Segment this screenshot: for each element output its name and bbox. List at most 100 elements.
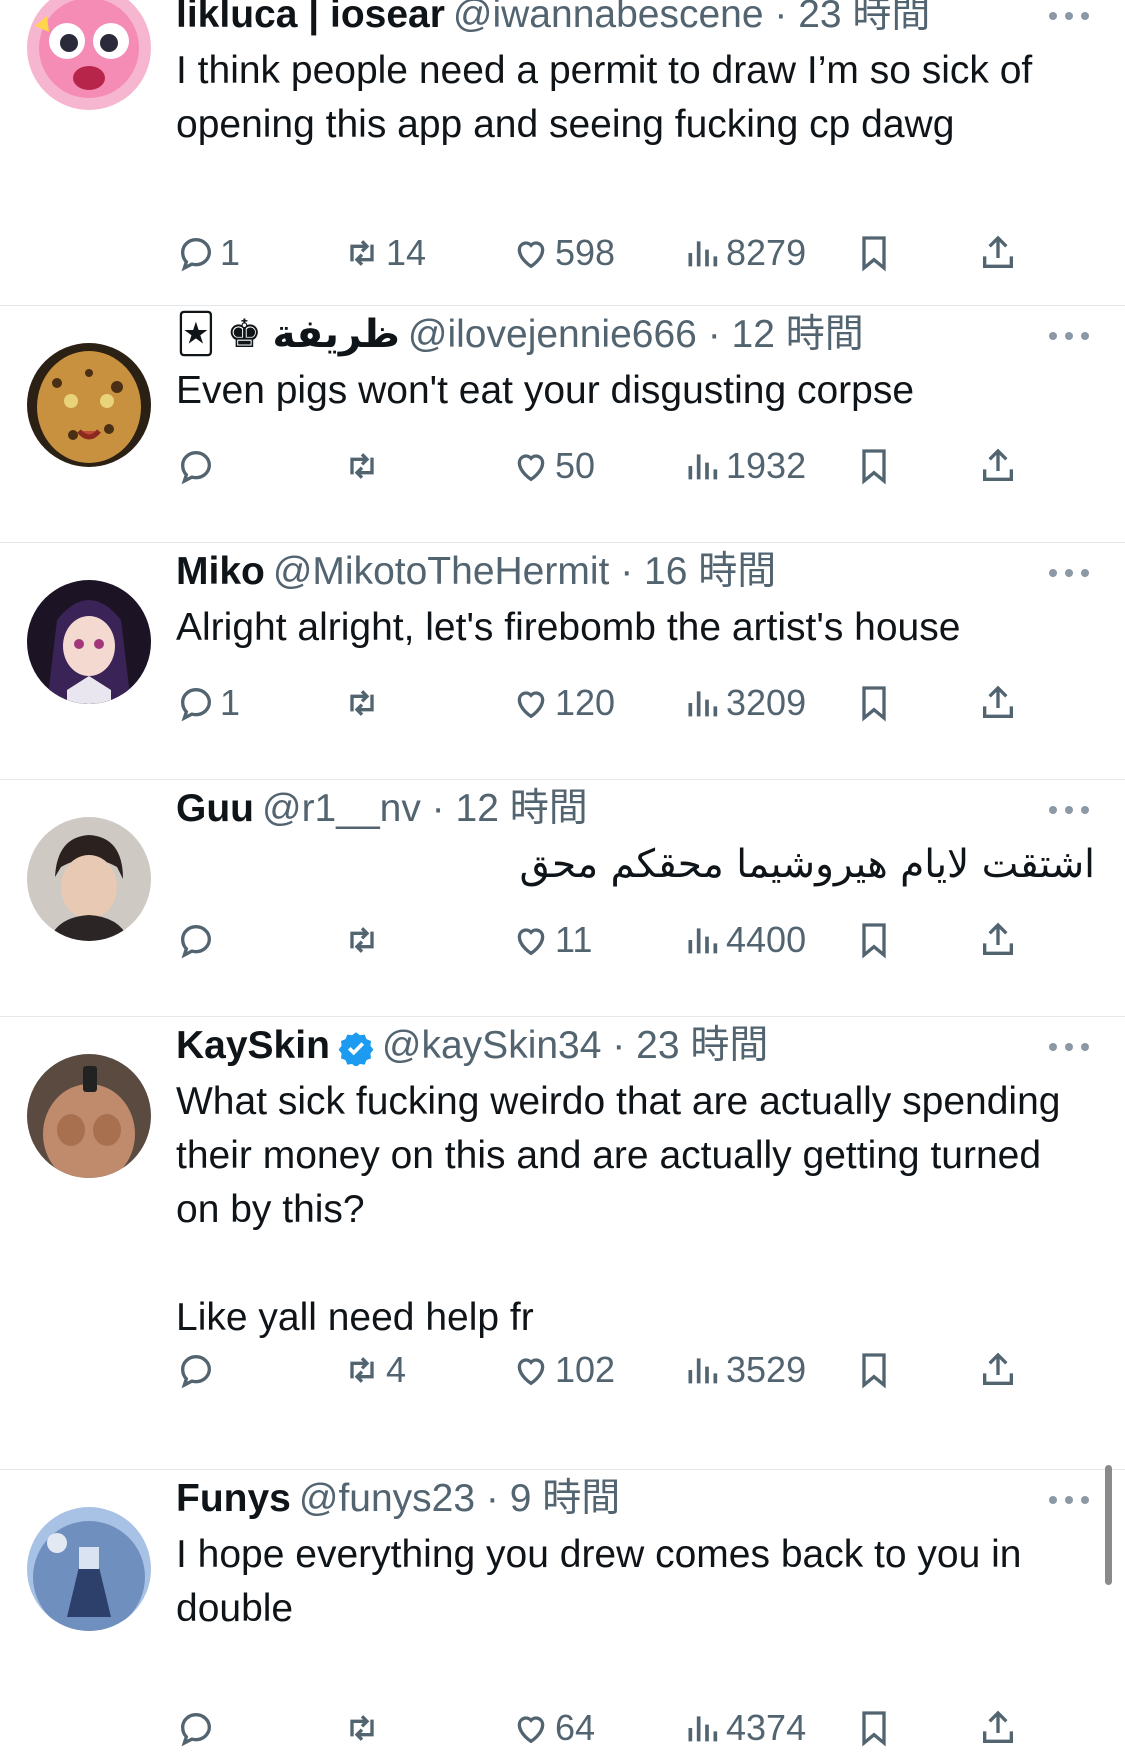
user-handle[interactable]: @iwannabescene (453, 0, 764, 36)
bookmark-button[interactable] (854, 1345, 894, 1395)
like-icon (517, 1716, 545, 1744)
reply-icon (180, 924, 212, 959)
display-name[interactable]: likluca | iosear (176, 0, 445, 36)
views-icon (688, 454, 718, 480)
tweet-text: I hope everything you drew comes back to… (176, 1533, 1033, 1630)
like-icon (517, 691, 545, 719)
retweet-icon (350, 240, 374, 266)
views-count: 4374 (726, 1707, 807, 1748)
bookmark-button[interactable] (854, 678, 894, 728)
views-count: 3529 (726, 1349, 807, 1390)
timestamp[interactable]: 23 時間 (636, 1024, 768, 1067)
reply-icon (180, 1712, 212, 1747)
reply-button[interactable] (176, 915, 220, 965)
share-icon (983, 922, 1013, 955)
bookmark-icon (862, 923, 886, 959)
separator: · (774, 0, 788, 36)
separator: · (620, 550, 634, 593)
timestamp[interactable]: 23 時間 (798, 0, 930, 36)
share-button[interactable] (978, 678, 1018, 728)
like-button[interactable]: 120 (511, 678, 615, 728)
avatar[interactable] (27, 0, 151, 110)
share-button[interactable] (978, 441, 1018, 491)
bookmark-button[interactable] (854, 915, 894, 965)
views-button[interactable]: 4400 (682, 915, 806, 965)
views-icon (688, 928, 718, 954)
bookmark-button[interactable] (854, 441, 894, 491)
like-button[interactable]: 50 (511, 441, 595, 491)
avatar[interactable] (27, 580, 151, 704)
retweet-button[interactable] (342, 441, 386, 491)
retweet-button[interactable]: 4 (342, 1345, 406, 1395)
share-button[interactable] (978, 1345, 1018, 1395)
like-button[interactable]: 598 (511, 228, 615, 278)
timestamp[interactable]: 9 時間 (510, 1477, 621, 1520)
retweet-button[interactable] (342, 678, 386, 728)
views-icon (688, 1358, 718, 1384)
more-icon[interactable] (1045, 543, 1095, 601)
like-icon (517, 454, 545, 482)
retweet-button[interactable]: 14 (342, 228, 426, 278)
bookmark-button[interactable] (854, 228, 894, 278)
views-button[interactable]: 1932 (682, 441, 806, 491)
like-button[interactable]: 102 (511, 1345, 615, 1395)
retweet-button[interactable] (342, 915, 386, 965)
avatar[interactable] (27, 1054, 151, 1178)
share-icon (983, 685, 1013, 718)
reply-icon (180, 687, 212, 722)
views-icon (688, 1716, 718, 1742)
like-count: 11 (555, 919, 593, 960)
user-handle[interactable]: @r1__nv (262, 787, 421, 830)
tweet-text: Even pigs won't eat your disgusting corp… (176, 369, 915, 412)
timestamp[interactable]: 16 時間 (644, 550, 776, 593)
reply-icon (180, 450, 212, 485)
tweet-text: I think people need a permit to draw I’m… (176, 49, 1044, 146)
scrollbar[interactable] (1105, 1465, 1112, 1585)
share-button[interactable] (978, 915, 1018, 965)
retweet-icon (350, 453, 374, 479)
user-handle[interactable]: @ilovejennie666 (408, 313, 697, 356)
reply-button[interactable] (176, 1345, 220, 1395)
views-count: 3209 (726, 682, 807, 723)
display-name[interactable]: 🃏 ♚ ظريفة (176, 313, 400, 356)
user-handle[interactable]: @funys23 (299, 1477, 475, 1520)
views-button[interactable]: 3209 (682, 678, 806, 728)
share-icon (983, 235, 1013, 268)
retweet-icon (350, 927, 374, 953)
timestamp[interactable]: 12 時間 (456, 787, 588, 830)
more-icon[interactable] (1045, 0, 1095, 44)
timestamp[interactable]: 12 時間 (732, 313, 864, 356)
user-handle[interactable]: @kaySkin34 (382, 1024, 602, 1067)
share-icon (983, 1352, 1013, 1385)
retweet-icon (350, 1715, 374, 1741)
bookmark-icon (862, 1353, 886, 1389)
reply-button[interactable]: 1 (176, 228, 240, 278)
display-name[interactable]: Funys (176, 1477, 291, 1520)
avatar[interactable] (27, 817, 151, 941)
reply-button[interactable]: 1 (176, 678, 240, 728)
bookmark-icon (862, 449, 886, 485)
more-icon[interactable] (1045, 1017, 1095, 1075)
views-button[interactable]: 8279 (682, 228, 806, 278)
avatar[interactable] (27, 343, 151, 467)
reply-count: 1 (220, 682, 241, 723)
reply-button[interactable] (176, 441, 220, 491)
like-icon (517, 241, 545, 269)
views-button[interactable]: 3529 (682, 1345, 806, 1395)
display-name[interactable]: Guu (176, 787, 254, 830)
display-name[interactable]: KaySkin (176, 1024, 330, 1067)
like-button[interactable]: 11 (511, 915, 592, 965)
user-handle[interactable]: @MikotoTheHermit (273, 550, 610, 593)
avatar[interactable] (27, 1507, 151, 1631)
share-button[interactable] (978, 228, 1018, 278)
views-count: 8279 (726, 232, 807, 273)
bookmark-icon (862, 686, 886, 722)
separator: · (612, 1024, 626, 1067)
more-icon[interactable] (1045, 1470, 1095, 1528)
more-icon[interactable] (1045, 306, 1095, 364)
more-icon[interactable] (1045, 780, 1095, 838)
display-name[interactable]: Miko (176, 550, 265, 593)
tweet-text: Alright alright, let's firebomb the arti… (176, 606, 961, 649)
separator: · (431, 787, 445, 830)
share-icon (983, 1710, 1013, 1743)
